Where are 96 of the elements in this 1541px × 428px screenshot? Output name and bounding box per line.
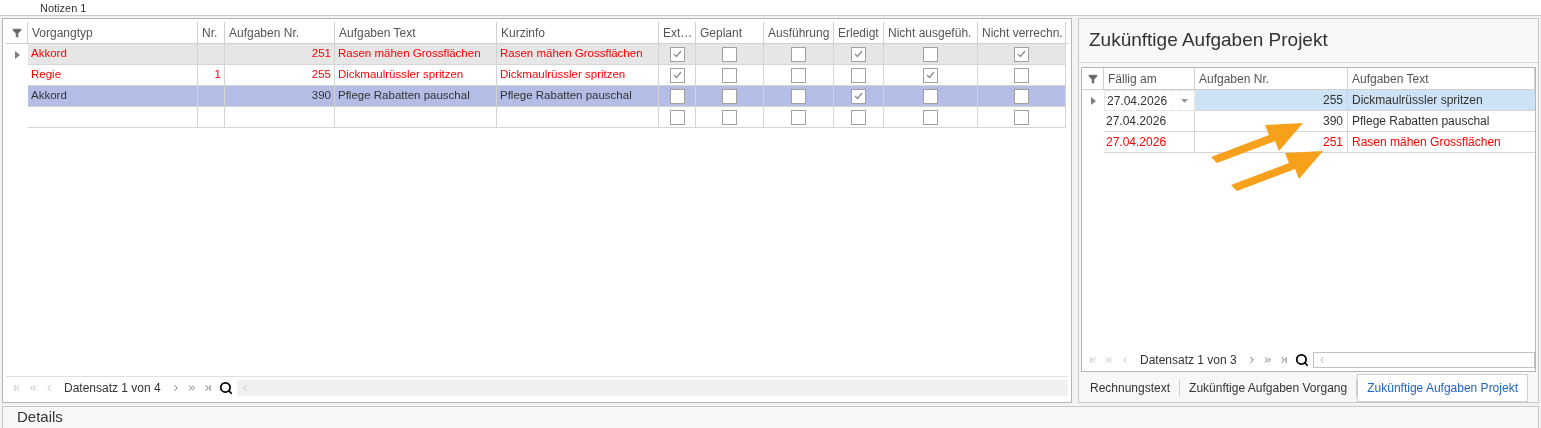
checkbox[interactable] bbox=[851, 109, 866, 125]
column-header[interactable]: Aufgaben Nr. bbox=[225, 22, 335, 43]
checkbox[interactable] bbox=[791, 46, 806, 62]
check-icon bbox=[854, 50, 863, 58]
checkbox[interactable] bbox=[851, 88, 866, 104]
table-cell-text: 255 bbox=[311, 67, 331, 83]
table-cell-text: Akkord bbox=[31, 88, 67, 104]
last-record-icon[interactable] bbox=[202, 383, 213, 393]
record-counter: Datensatz 1 von 4 bbox=[63, 380, 162, 397]
table-cell-text: 27.04.2026 bbox=[1106, 134, 1167, 151]
row-indicator-icon bbox=[14, 50, 20, 59]
checkbox[interactable] bbox=[722, 46, 737, 62]
column-header[interactable]: Aufgaben Text bbox=[335, 22, 497, 43]
table-cell-text: 251 bbox=[1322, 134, 1343, 151]
first-record-icon[interactable] bbox=[1088, 355, 1098, 365]
checkbox[interactable] bbox=[1014, 46, 1029, 62]
checkbox[interactable] bbox=[791, 109, 806, 125]
check-icon bbox=[1017, 50, 1026, 58]
column-header[interactable]: Aufgaben Nr. bbox=[1195, 68, 1348, 89]
dropdown-caret-icon[interactable] bbox=[1181, 98, 1188, 103]
checkbox[interactable] bbox=[669, 109, 685, 125]
table-row[interactable]: Akkord 390 Pflege Rabatten pauschal Pflege Rabatten pauschal bbox=[28, 86, 1066, 107]
check-icon bbox=[672, 71, 682, 79]
table-cell-text: Regie bbox=[31, 67, 62, 83]
checkbox[interactable] bbox=[851, 46, 866, 62]
notes-label: Notizen 1 bbox=[40, 2, 87, 15]
row-indicator-icon bbox=[1090, 96, 1096, 105]
check-icon bbox=[854, 92, 863, 100]
table-cell-text: Akkord bbox=[31, 46, 67, 62]
table-cell-text: Rasen mähen Grossflächen bbox=[500, 46, 643, 62]
column-header[interactable]: Erledigt bbox=[834, 22, 884, 43]
table-row[interactable]: 27.04.2026 255 Dickmaulrüssler spritzen bbox=[1104, 90, 1535, 111]
table-cell-text: 1 bbox=[214, 67, 221, 83]
previous-page-icon[interactable] bbox=[28, 383, 38, 393]
checkbox[interactable] bbox=[791, 88, 806, 104]
previous-page-icon[interactable] bbox=[1104, 355, 1114, 365]
checkbox[interactable] bbox=[669, 88, 685, 104]
next-page-icon[interactable] bbox=[186, 383, 197, 393]
table-cell-text: 27.04.2026 bbox=[1106, 113, 1167, 130]
checkbox[interactable] bbox=[669, 46, 685, 62]
table-cell-text: 255 bbox=[1322, 92, 1343, 109]
checkbox[interactable] bbox=[1014, 67, 1029, 83]
checkbox[interactable] bbox=[722, 109, 737, 125]
table-cell-text: Pflege Rabatten pauschal bbox=[1352, 113, 1490, 130]
tab[interactable]: Rechnungstext bbox=[1081, 379, 1181, 397]
checkbox[interactable] bbox=[722, 67, 737, 83]
checkbox[interactable] bbox=[669, 67, 685, 83]
column-header[interactable]: Nicht ausgefüh. bbox=[884, 22, 978, 43]
table-cell-text: Rasen mähen Grossflächen bbox=[338, 46, 481, 62]
section-title: Details bbox=[17, 407, 63, 428]
table-cell-text: 27.04.2026 bbox=[1107, 92, 1168, 110]
checkbox[interactable] bbox=[851, 67, 866, 83]
checkbox[interactable] bbox=[923, 109, 938, 125]
filter-icon[interactable] bbox=[1087, 73, 1098, 84]
column-header[interactable]: Ext… bbox=[659, 22, 696, 43]
checkbox[interactable] bbox=[923, 46, 938, 62]
table-cell-text: 390 bbox=[1322, 113, 1343, 130]
previous-record-icon[interactable] bbox=[44, 383, 54, 393]
horizontal-scrollbar[interactable] bbox=[236, 380, 1068, 396]
column-header[interactable]: Kurzinfo bbox=[497, 22, 659, 43]
checkbox[interactable] bbox=[722, 88, 737, 104]
checkbox[interactable] bbox=[923, 67, 938, 83]
table-cell-text: 251 bbox=[311, 46, 331, 62]
record-counter: Datensatz 1 von 3 bbox=[1139, 352, 1238, 369]
table-cell-text: Dickmaulrüssler spritzen bbox=[338, 67, 464, 83]
column-header[interactable]: Nr. bbox=[198, 22, 225, 43]
next-page-icon[interactable] bbox=[1262, 355, 1273, 365]
table-cell-text: Rasen mähen Grossflächen bbox=[1352, 134, 1501, 151]
table-cell-text: 390 bbox=[311, 88, 331, 104]
table-row[interactable]: Regie 1 255 Dickmaulrüssler spritzen Dickmaulrüssler spritzen bbox=[28, 65, 1066, 86]
checkbox[interactable] bbox=[923, 88, 938, 104]
check-icon bbox=[926, 71, 935, 79]
column-header[interactable]: Aufgaben Text bbox=[1348, 68, 1535, 89]
table-cell-text: Dickmaulrüssler spritzen bbox=[500, 67, 626, 83]
search-icon[interactable] bbox=[1294, 353, 1309, 367]
tab[interactable]: Zukünftige Aufgaben Projekt bbox=[1357, 374, 1528, 402]
column-header[interactable]: Nicht verrechn. bbox=[978, 22, 1066, 43]
checkbox[interactable] bbox=[1014, 88, 1029, 104]
last-record-icon[interactable] bbox=[1278, 355, 1289, 365]
search-icon[interactable] bbox=[218, 381, 233, 395]
horizontal-scrollbar[interactable] bbox=[1312, 352, 1535, 368]
previous-record-icon[interactable] bbox=[1120, 355, 1130, 365]
checkbox[interactable] bbox=[791, 67, 806, 83]
column-header[interactable]: Geplant bbox=[696, 22, 764, 43]
table-row[interactable] bbox=[28, 107, 1066, 128]
checkbox[interactable] bbox=[1014, 109, 1029, 125]
column-header[interactable]: Vorgangtyp bbox=[28, 22, 198, 43]
column-header[interactable]: Fällig am bbox=[1104, 68, 1195, 89]
check-icon bbox=[672, 50, 682, 58]
table-cell-text: Pflege Rabatten pauschal bbox=[338, 88, 470, 104]
table-cell-text: Dickmaulrüssler spritzen bbox=[1352, 92, 1483, 109]
first-record-icon[interactable] bbox=[12, 383, 22, 393]
panel-title: Zukünftige Aufgaben Projekt bbox=[1089, 28, 1328, 53]
table-cell-text: Pflege Rabatten pauschal bbox=[500, 88, 632, 104]
filter-icon[interactable] bbox=[11, 27, 22, 38]
column-header[interactable]: Ausführung bbox=[764, 22, 834, 43]
